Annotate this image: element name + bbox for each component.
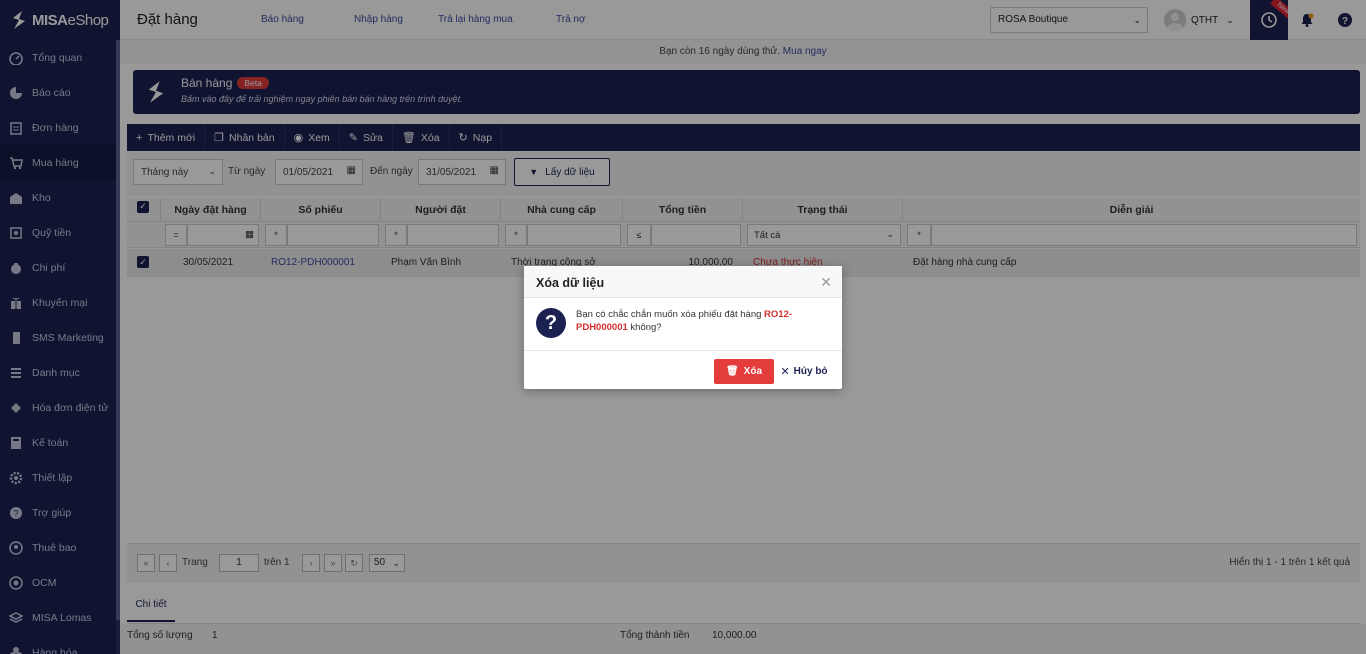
dialog-footer: 🗑 Xóa ✕ Hủy bỏ — [524, 350, 842, 389]
close-icon[interactable]: ✕ — [820, 274, 832, 291]
dialog-message-after: không? — [630, 322, 662, 333]
trash-icon: 🗑 — [725, 366, 739, 377]
dialog-title: Xóa dữ liệu — [536, 276, 605, 290]
dialog-message: Bạn có chắc chắn muốn xóa phiếu đặt hàng… — [576, 308, 826, 334]
question-icon: ? — [536, 308, 566, 338]
close-icon: ✕ — [780, 366, 790, 378]
cancel-button[interactable]: ✕ Hủy bỏ — [779, 359, 829, 384]
cancel-label: Hủy bỏ — [793, 366, 828, 377]
confirm-delete-label: Xóa — [743, 366, 763, 377]
delete-confirm-dialog: Xóa dữ liệu ✕ ? Bạn có chắc chắn muốn xó… — [524, 266, 842, 389]
dialog-message-before: Bạn có chắc chắn muốn xóa phiếu đặt hàng — [576, 309, 762, 320]
confirm-delete-button[interactable]: 🗑 Xóa — [714, 359, 774, 384]
dialog-header: Xóa dữ liệu ✕ — [524, 266, 842, 298]
